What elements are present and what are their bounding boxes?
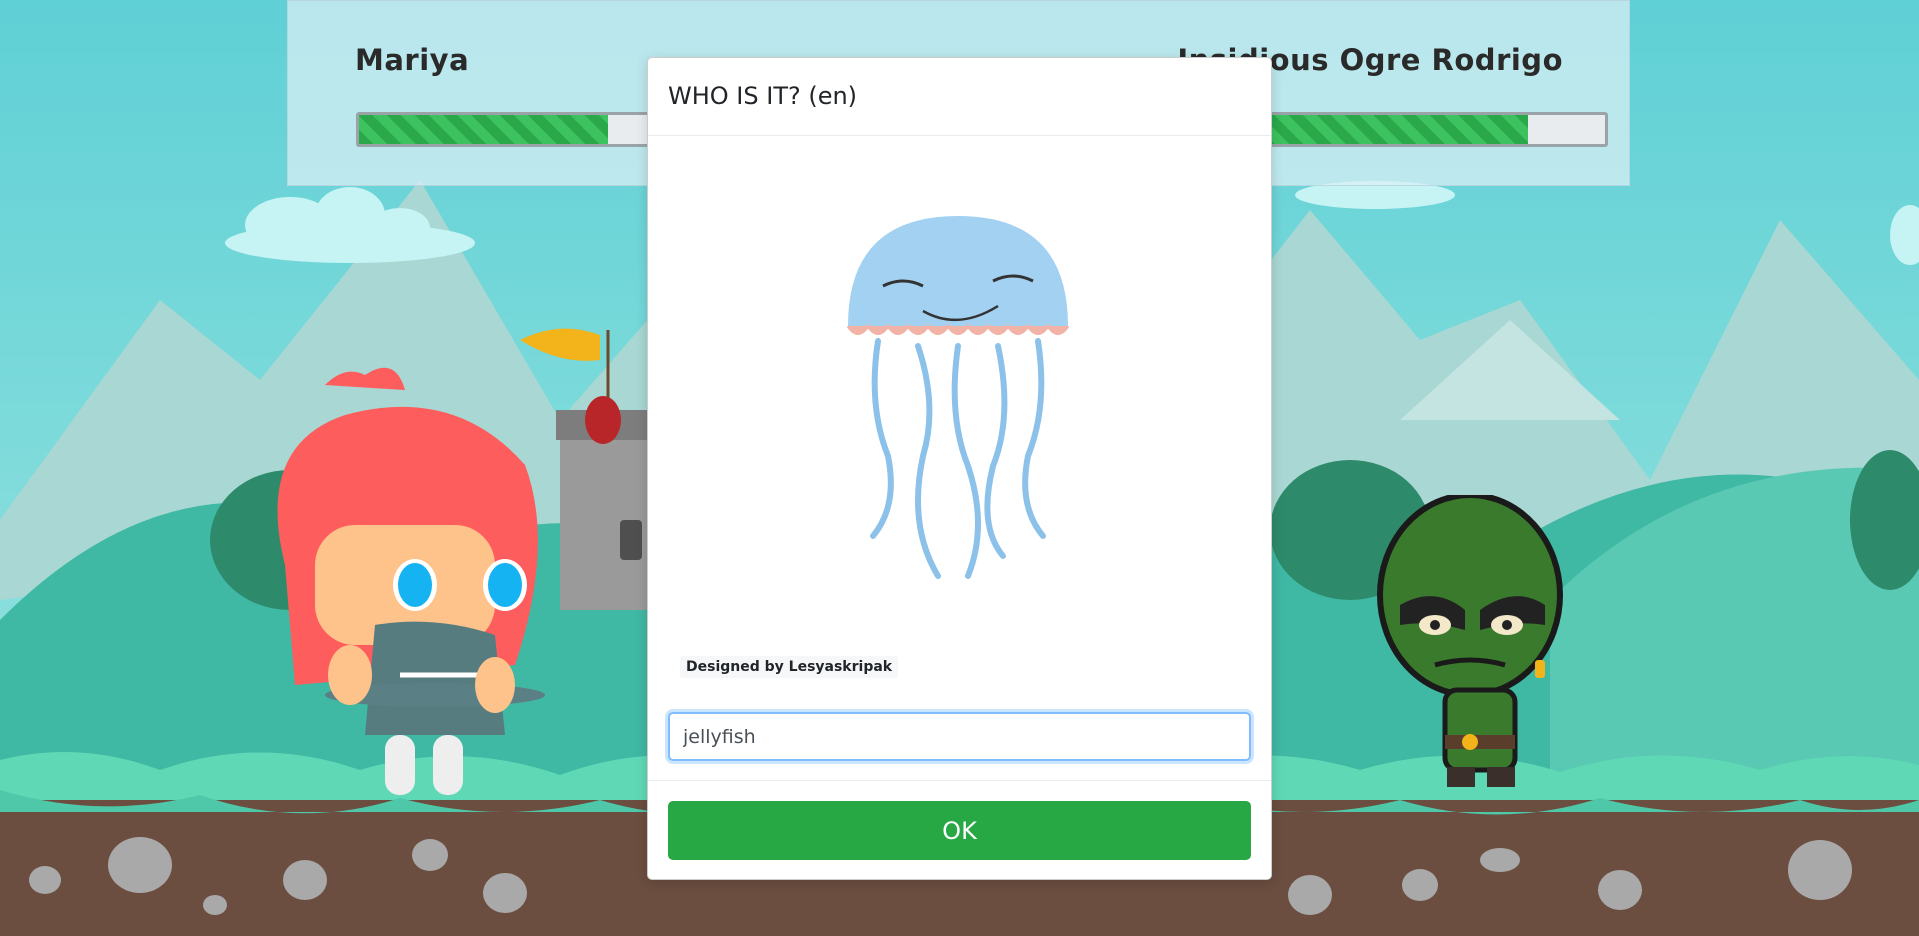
quiz-modal: WHO IS IT? (en) Designed by Lesyaskripak… [647,57,1272,880]
red-haired-girl-icon [277,367,545,795]
answer-input[interactable] [668,712,1251,761]
ok-button[interactable]: OK [668,801,1251,860]
modal-header: WHO IS IT? (en) [648,58,1271,136]
opponent-character [1377,495,1563,787]
player-health-fill [359,115,608,144]
jellyfish-icon [846,216,1070,579]
modal-title: WHO IS IT? (en) [668,82,858,110]
green-ogre-icon [1377,495,1563,787]
player-character [277,367,545,795]
modal-footer [648,780,1271,781]
image-credit: Designed by Lesyaskripak [680,656,899,678]
player-name: Mariya [355,43,470,77]
modal-body: Designed by Lesyaskripak [648,136,1271,779]
